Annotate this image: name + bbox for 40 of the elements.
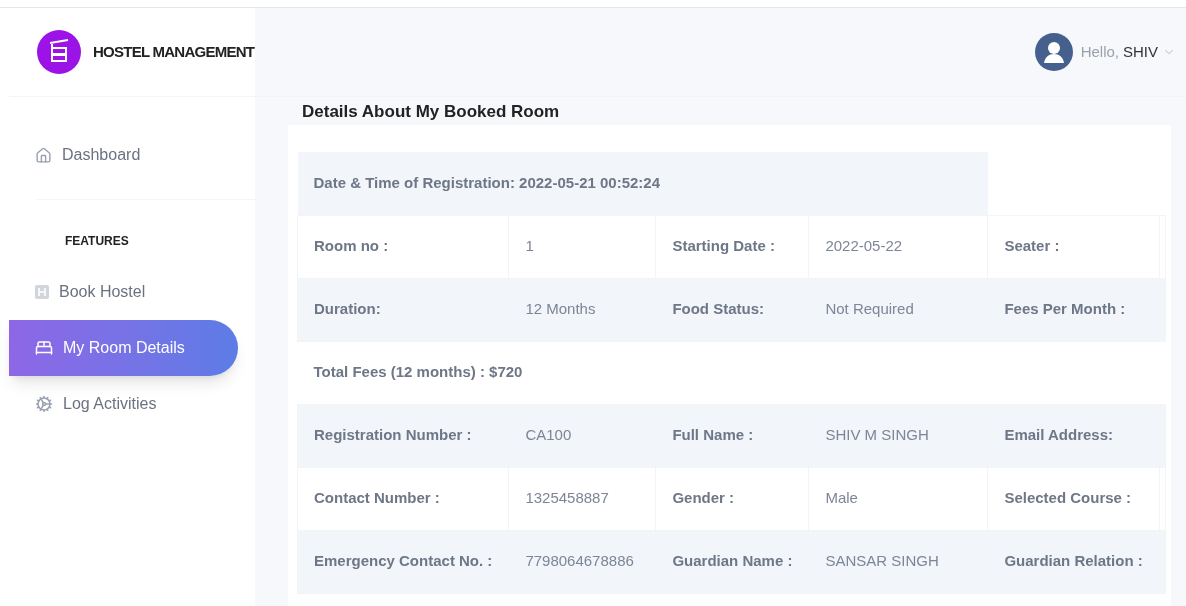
table-cell: 1 [508,215,656,278]
home-icon [35,146,52,164]
table-cell: Guardian Name : [655,530,809,593]
page-title: Details About My Booked Room [301,101,561,123]
user-menu[interactable]: Hello, SHIV [1080,40,1176,64]
table-cell: Gender : [655,467,809,530]
table-cell: Full Name : [655,404,809,467]
table-cell: 7798064678886 [508,530,656,593]
table-cell: Date & Time of Registration: 2022-05-21 00:52:24 [297,152,988,215]
logo-icon [37,30,81,74]
brand-name: HOSTEL MANAGEMENT [93,41,255,62]
table-cell: CA100 [508,404,656,467]
nav-item[interactable]: Log Activities [9,376,238,432]
hotel-icon [35,285,49,299]
table-cell: SHIV M SINGH [808,404,988,467]
table-cell: Selected Course : [987,467,1160,530]
nav-item[interactable]: Book Hostel [9,264,238,320]
gears-icon [35,395,53,413]
table-cell: Room no : [297,215,509,278]
table-cell: Contact Number : [297,467,509,530]
table-cell: Food Status: [655,278,809,341]
table-cell: Seater : [987,215,1160,278]
table-cell: Male [808,467,988,530]
table-cell: Total Fees (12 months) : $720 [297,341,1166,404]
table-cell: Starting Date : [655,215,809,278]
table-cell: Fees Per Month : [987,278,1160,341]
table-cell: 2022-05-22 [808,215,988,278]
table-cell: SANSAR SINGH [808,530,988,593]
table-cell: Not Required [808,278,988,341]
table-cell: Email Address: [987,404,1160,467]
table-cell: Duration: [297,278,509,341]
table-cell: Registration Number : [297,404,509,467]
bed-icon [35,339,53,357]
table-cell: 1325458887 [508,467,656,530]
table-cell: Guardian Relation : [987,530,1160,593]
nav-item[interactable]: My Room Details [9,320,238,376]
nav-item[interactable]: Dashboard [9,127,238,183]
table-cell: Emergency Contact No. : [297,530,509,593]
table-cell: 12 Months [508,278,656,341]
avatar-icon[interactable] [1034,33,1073,71]
